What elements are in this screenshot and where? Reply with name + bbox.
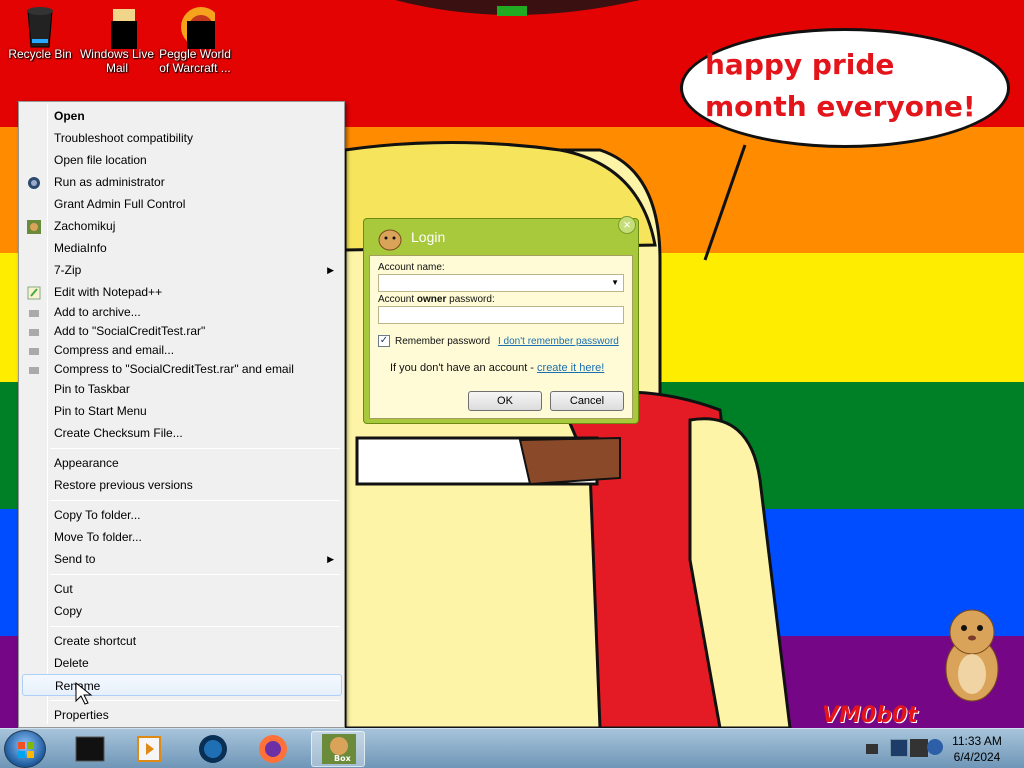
tray-update-icon[interactable] <box>927 739 943 755</box>
globe-icon <box>199 735 227 763</box>
taskbar-item-caption: Box <box>334 754 351 763</box>
menu-item-properties[interactable]: Properties <box>22 704 342 726</box>
menu-item-mediainfo[interactable]: MediaInfo <box>22 237 342 259</box>
submenu-arrow-icon: ▶ <box>327 554 334 564</box>
recycle-bin-icon <box>20 5 60 48</box>
start-button[interactable] <box>4 730 46 768</box>
notepadpp-icon <box>27 285 41 300</box>
winrar-icon <box>27 305 41 319</box>
show-hidden-icons-button[interactable] <box>864 737 880 761</box>
winrar-icon <box>27 343 41 357</box>
hamster-mascot <box>945 609 999 702</box>
desktop-icon-label: Windows Live Mail <box>79 47 155 75</box>
mail-icon <box>97 5 145 55</box>
menu-item-rename[interactable]: Rename <box>22 674 342 696</box>
submenu-arrow-icon: ▶ <box>327 265 334 275</box>
taskbar: Box 11:33 AM 6/4/2024 <box>0 728 1024 768</box>
speech-bubble-text: happy pride month everyone! <box>705 48 976 123</box>
no-account-text: If you don't have an account - create it… <box>390 362 605 374</box>
taskbar-item-media-player[interactable] <box>122 731 176 767</box>
login-title: Login <box>411 229 446 245</box>
remember-password-label: Remember password <box>395 336 491 347</box>
taskbar-item-box[interactable]: Box <box>311 731 365 767</box>
tray-volume-icon[interactable] <box>910 739 928 757</box>
menu-item-restore-versions[interactable]: Restore previous versions <box>22 474 342 496</box>
context-menu: Open Troubleshoot compatibility Open fil… <box>18 101 345 728</box>
menu-item-appearance[interactable]: Appearance <box>22 452 342 474</box>
desktop-icon-peggle[interactable]: Peggle World of Warcraft ... <box>155 5 235 75</box>
menu-item-send-to[interactable]: Send to ▶ <box>22 548 342 570</box>
black-box-icon <box>75 736 105 762</box>
login-dialog: Login × Account name: ▼ Account owner pa… <box>363 216 639 424</box>
desktop-icon-windows-live-mail[interactable]: Windows Live Mail <box>77 5 157 75</box>
hamster-icon <box>27 219 41 234</box>
taskbar-item-browser[interactable] <box>186 731 240 767</box>
media-player-icon <box>137 736 161 762</box>
close-button[interactable]: × <box>618 216 636 234</box>
windows-logo-icon <box>18 742 34 758</box>
menu-item-open[interactable]: Open <box>22 105 342 127</box>
account-name-field[interactable]: ▼ <box>378 274 624 292</box>
menu-separator <box>50 574 340 575</box>
menu-item-7zip[interactable]: 7-Zip ▶ <box>22 259 342 281</box>
clock-time: 11:33 AM <box>952 734 1002 748</box>
create-account-link[interactable]: create it here! <box>537 362 604 374</box>
taskbar-item-app1[interactable] <box>62 731 116 767</box>
menu-item-copy[interactable]: Copy <box>22 600 342 622</box>
menu-item-copy-to-folder[interactable]: Copy To folder... <box>22 504 342 526</box>
password-label: Account owner password: <box>378 294 495 305</box>
menu-item-pin-taskbar[interactable]: Pin to Taskbar <box>22 378 342 400</box>
menu-item-compress-rar-email[interactable]: Compress to "SocialCreditTest.rar" and e… <box>22 358 342 380</box>
account-name-label: Account name: <box>378 262 445 273</box>
system-tray: 11:33 AM 6/4/2024 <box>862 729 1024 768</box>
menu-item-grant-admin[interactable]: Grant Admin Full Control <box>22 193 342 215</box>
clock-date: 6/4/2024 <box>953 750 1001 764</box>
clock[interactable]: 11:33 AM 6/4/2024 <box>944 733 1010 765</box>
winrar-icon <box>27 324 41 338</box>
menu-item-open-file-location[interactable]: Open file location <box>22 149 342 171</box>
tray-arrow-icon <box>866 744 878 754</box>
login-form: Account name: ▼ Account owner password: … <box>369 255 633 419</box>
hamster-logo-icon <box>376 225 404 251</box>
menu-separator <box>50 626 340 627</box>
cancel-button[interactable]: Cancel <box>550 391 624 411</box>
forgot-password-link[interactable]: I don't remember password <box>498 336 619 347</box>
peggle-icon <box>175 5 221 55</box>
menu-item-move-to-folder[interactable]: Move To folder... <box>22 526 342 548</box>
desktop-icon-label: Peggle World of Warcraft ... <box>159 47 231 75</box>
admin-shield-icon <box>27 175 41 189</box>
menu-item-create-shortcut[interactable]: Create shortcut <box>22 630 342 652</box>
menu-separator <box>50 500 340 501</box>
winrar-icon <box>27 362 41 376</box>
menu-item-run-as-admin[interactable]: Run as administrator <box>22 171 342 193</box>
menu-item-delete[interactable]: Delete <box>22 652 342 674</box>
menu-item-troubleshoot[interactable]: Troubleshoot compatibility <box>22 127 342 149</box>
menu-item-edit-notepadpp[interactable]: Edit with Notepad++ <box>22 281 342 303</box>
watermark: VM0b0t <box>822 703 918 728</box>
desktop-icon-recycle-bin[interactable]: Recycle Bin <box>0 5 80 61</box>
menu-item-cut[interactable]: Cut <box>22 578 342 600</box>
menu-separator <box>50 448 340 449</box>
menu-item-create-checksum[interactable]: Create Checksum File... <box>22 422 342 444</box>
menu-item-pin-start[interactable]: Pin to Start Menu <box>22 400 342 422</box>
remember-password-checkbox[interactable]: ✓ <box>378 335 390 347</box>
menu-item-zachomikuj[interactable]: Zachomikuj <box>22 215 342 237</box>
password-field[interactable] <box>378 306 624 324</box>
tray-network-icon[interactable] <box>890 739 908 757</box>
dropdown-arrow-icon: ▼ <box>611 278 619 287</box>
ok-button[interactable]: OK <box>468 391 542 411</box>
taskbar-item-firefox[interactable] <box>246 731 300 767</box>
firefox-icon <box>259 735 287 763</box>
mouse-cursor-icon <box>75 682 93 705</box>
close-icon: × <box>623 217 631 232</box>
desktop-icon-label: Recycle Bin <box>8 47 72 61</box>
